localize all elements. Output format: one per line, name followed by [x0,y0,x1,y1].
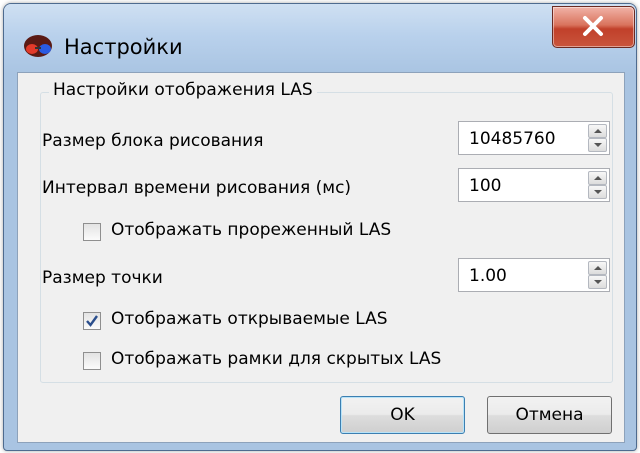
spin-down-button[interactable] [588,275,607,289]
checkmark-icon [86,315,98,327]
draw-interval-label: Интервал времени рисования (мс) [42,178,352,198]
point-size-value[interactable]: 1.00 [469,266,507,286]
group-title: Настройки отображения LAS [49,80,317,100]
draw-block-size-value[interactable]: 10485760 [469,129,556,149]
dialog-body: Настройки отображения LAS Размер блока р… [17,72,625,443]
opened-las-label[interactable]: Отображать открываемые LAS [111,309,388,329]
title-bar[interactable]: Настройки [4,4,636,74]
spin-down-button[interactable] [588,138,607,152]
arrow-down-icon [594,190,602,194]
close-icon [583,16,603,36]
ok-button[interactable]: OK [340,396,465,434]
spin-up-button[interactable] [588,261,607,275]
glasses-app-icon [24,35,52,57]
spin-up-button[interactable] [588,171,607,185]
arrow-up-icon [594,266,602,270]
arrow-down-icon [594,280,602,284]
draw-interval-value[interactable]: 100 [469,176,501,196]
window-title: Настройки [64,35,183,59]
close-button[interactable] [552,6,635,48]
draw-block-size-label: Размер блока рисования [42,131,264,151]
point-size-label: Размер точки [42,268,163,288]
thinned-las-checkbox[interactable] [83,223,101,241]
draw-block-size-spinbox[interactable]: 10485760 [458,121,610,155]
spin-up-button[interactable] [588,124,607,138]
opened-las-checkbox[interactable] [83,312,101,330]
thinned-las-label[interactable]: Отображать прореженный LAS [111,220,391,240]
draw-interval-spinbox[interactable]: 100 [458,168,610,202]
point-size-spinbox[interactable]: 1.00 [458,258,610,292]
hidden-las-frames-checkbox[interactable] [83,352,101,370]
arrow-up-icon [594,176,602,180]
arrow-down-icon [594,143,602,147]
arrow-up-icon [594,129,602,133]
spin-down-button[interactable] [588,185,607,199]
settings-dialog: Настройки Настройки отображения LAS Разм… [3,3,637,451]
cancel-button[interactable]: Отмена [487,396,612,434]
hidden-las-frames-label[interactable]: Отображать рамки для скрытых LAS [111,349,441,369]
